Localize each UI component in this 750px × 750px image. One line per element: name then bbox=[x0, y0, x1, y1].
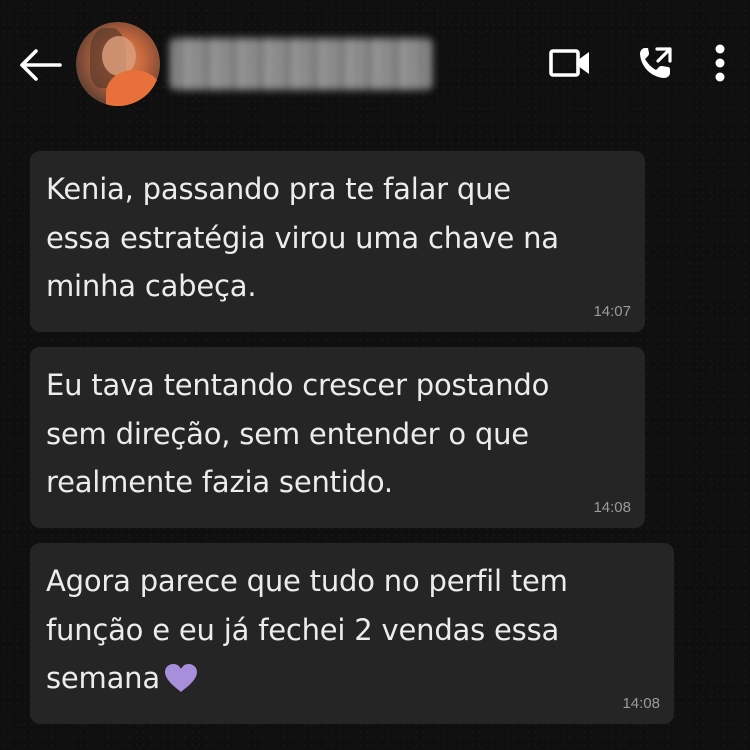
avatar[interactable] bbox=[76, 22, 160, 106]
message-time: 14:07 bbox=[593, 303, 631, 320]
message-time: 14:08 bbox=[593, 499, 631, 516]
message-bubble[interactable]: Eu tava tentando crescer postando sem di… bbox=[30, 347, 645, 528]
chat-screen: ••••••••••• Kenia, passando pra te falar… bbox=[0, 0, 750, 750]
arrow-left-icon bbox=[20, 49, 62, 81]
more-vertical-icon bbox=[715, 44, 725, 82]
message-text-content: Agora parece que tudo no perfil tem funç… bbox=[46, 564, 568, 695]
more-options-button[interactable] bbox=[700, 40, 740, 86]
voice-call-button[interactable] bbox=[630, 40, 680, 86]
message-text: Eu tava tentando crescer postando sem di… bbox=[46, 368, 550, 499]
back-button[interactable] bbox=[14, 42, 66, 88]
chat-header: ••••••••••• bbox=[0, 0, 750, 128]
contact-name[interactable]: ••••••••••• bbox=[170, 38, 432, 90]
video-camera-icon bbox=[549, 49, 589, 77]
message-text: Kenia, passando pra te falar que essa es… bbox=[46, 172, 559, 303]
purple-heart-icon bbox=[164, 659, 198, 708]
message-bubble[interactable]: Kenia, passando pra te falar que essa es… bbox=[30, 151, 645, 332]
message-text: Agora parece que tudo no perfil tem funç… bbox=[46, 557, 658, 708]
phone-call-icon bbox=[640, 47, 672, 78]
video-call-button[interactable] bbox=[544, 40, 596, 86]
message-bubble[interactable]: Agora parece que tudo no perfil tem funç… bbox=[30, 543, 674, 724]
message-time: 14:08 bbox=[622, 695, 660, 712]
